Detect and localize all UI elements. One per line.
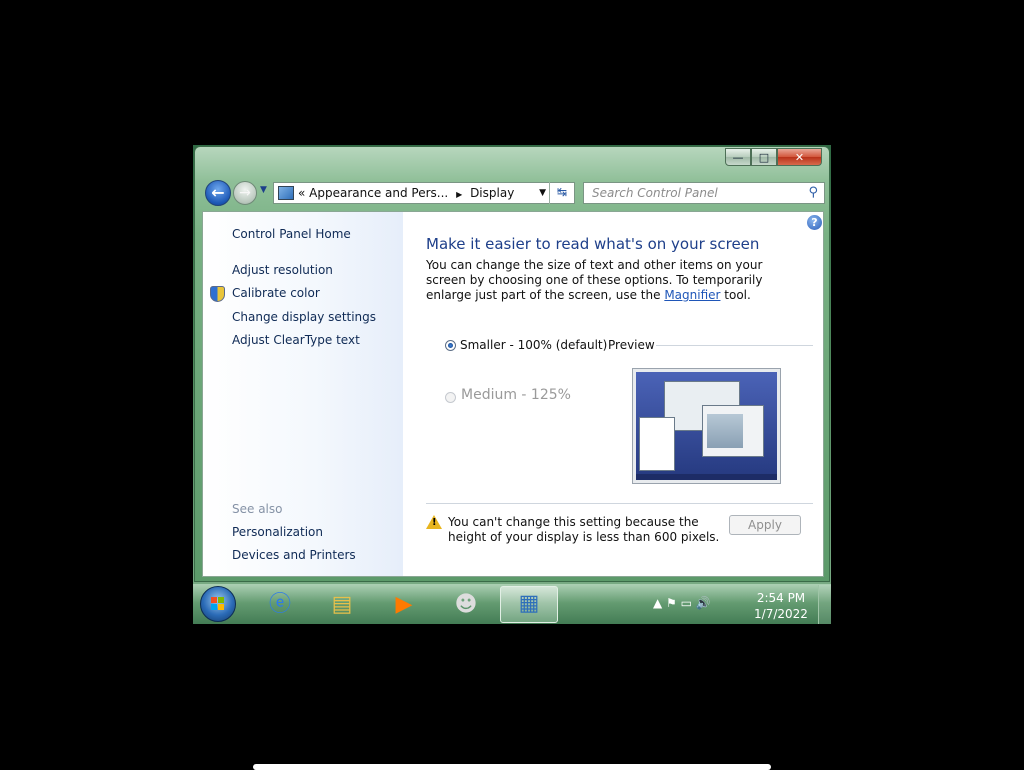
bottom-strip [253, 764, 771, 770]
control-panel-icon [278, 186, 294, 200]
taskbar-active-item[interactable]: ▦ [500, 586, 558, 623]
maximize-button[interactable]: □ [751, 148, 777, 166]
preview-image [632, 368, 781, 484]
search-input[interactable]: Search Control Panel ⚲ [583, 182, 825, 204]
apply-button: Apply [729, 515, 801, 535]
smaller-option-label[interactable]: Smaller - 100% (default) [460, 338, 607, 352]
notification-area[interactable]: ▲ ⚑ ▭ 🔊 [653, 596, 711, 610]
page-title: Make it easier to read what's on your sc… [426, 235, 760, 253]
clock-date: 1/7/2022 [754, 607, 808, 621]
smaller-radio[interactable] [445, 340, 456, 351]
minimize-button[interactable]: — [725, 148, 751, 166]
back-button[interactable]: ← [205, 180, 231, 206]
calibrate-color-link[interactable]: Calibrate color [232, 286, 320, 300]
refresh-button[interactable]: ↹ [549, 182, 574, 204]
clock-time: 2:54 PM [756, 591, 806, 605]
divider [426, 503, 813, 504]
display-control-panel-icon: ▦ [518, 591, 540, 616]
breadcrumb-display[interactable]: Display [470, 186, 514, 200]
see-also-heading: See also [232, 502, 283, 516]
windows-logo-icon [211, 597, 225, 611]
desktop: — □ ✕ ← → ▼ « Appearance and Pers... ▶ D… [193, 145, 831, 624]
content-area: Control Panel Home Adjust resolution Cal… [202, 211, 824, 577]
start-button[interactable] [200, 586, 236, 622]
preview-window [702, 405, 764, 457]
preview-divider [656, 345, 813, 346]
breadcrumb-appearance[interactable]: Appearance and Pers... [309, 186, 448, 200]
preview-desktop [636, 372, 777, 480]
medium-radio [445, 392, 456, 403]
search-placeholder: Search Control Panel [592, 186, 718, 200]
search-icon[interactable]: ⚲ [808, 183, 818, 203]
internet-explorer-icon[interactable]: ⓔ [264, 589, 296, 621]
show-desktop-button[interactable] [818, 585, 831, 624]
preview-label: Preview [608, 338, 655, 352]
adjust-resolution-link[interactable]: Adjust resolution [232, 263, 333, 277]
taskbar: ⓔ ▤ ▶ ☻ ▦ ▲ ⚑ ▭ 🔊 2:54 PM 1/7/2022 [193, 584, 831, 624]
adjust-cleartype-link[interactable]: Adjust ClearType text [232, 333, 360, 347]
preview-taskbar [636, 474, 777, 480]
raccoon-app-icon[interactable]: ☻ [450, 589, 482, 621]
address-dropdown-icon[interactable]: ▼ [539, 183, 546, 203]
navigation-bar: ← → ▼ « Appearance and Pers... ▶ Display… [203, 180, 825, 206]
breadcrumb: « Appearance and Pers... ▶ Display [298, 183, 514, 205]
warning-message: You can't change this setting because th… [448, 515, 720, 544]
windows-explorer-icon[interactable]: ▤ [326, 589, 358, 621]
main-panel: ? Make it easier to read what's on your … [403, 212, 823, 576]
control-panel-home-link[interactable]: Control Panel Home [232, 227, 351, 241]
breadcrumb-separator-icon[interactable]: ▶ [452, 190, 466, 199]
medium-option-label: Medium - 125% [461, 387, 571, 403]
help-icon[interactable]: ? [807, 215, 822, 230]
preview-window [639, 417, 675, 471]
media-player-icon[interactable]: ▶ [388, 589, 420, 621]
control-panel-window: — □ ✕ ← → ▼ « Appearance and Pers... ▶ D… [194, 146, 830, 582]
personalization-link[interactable]: Personalization [232, 525, 323, 539]
magnifier-link[interactable]: Magnifier [664, 288, 720, 302]
page-description: You can change the size of text and othe… [426, 258, 806, 303]
description-tail: tool. [720, 288, 751, 302]
close-button[interactable]: ✕ [777, 148, 822, 166]
devices-and-printers-link[interactable]: Devices and Printers [232, 548, 356, 562]
clock[interactable]: 2:54 PM 1/7/2022 [751, 590, 811, 622]
task-pane: Control Panel Home Adjust resolution Cal… [203, 212, 403, 576]
breadcrumb-overflow[interactable]: « [298, 186, 305, 200]
address-bar[interactable]: « Appearance and Pers... ▶ Display ▼ ↹ [273, 182, 575, 204]
forward-button[interactable]: → [233, 181, 257, 205]
recent-pages-icon[interactable]: ▼ [260, 185, 267, 195]
change-display-settings-link[interactable]: Change display settings [232, 310, 376, 324]
window-controls: — □ ✕ [725, 148, 822, 166]
uac-shield-icon [210, 286, 225, 302]
